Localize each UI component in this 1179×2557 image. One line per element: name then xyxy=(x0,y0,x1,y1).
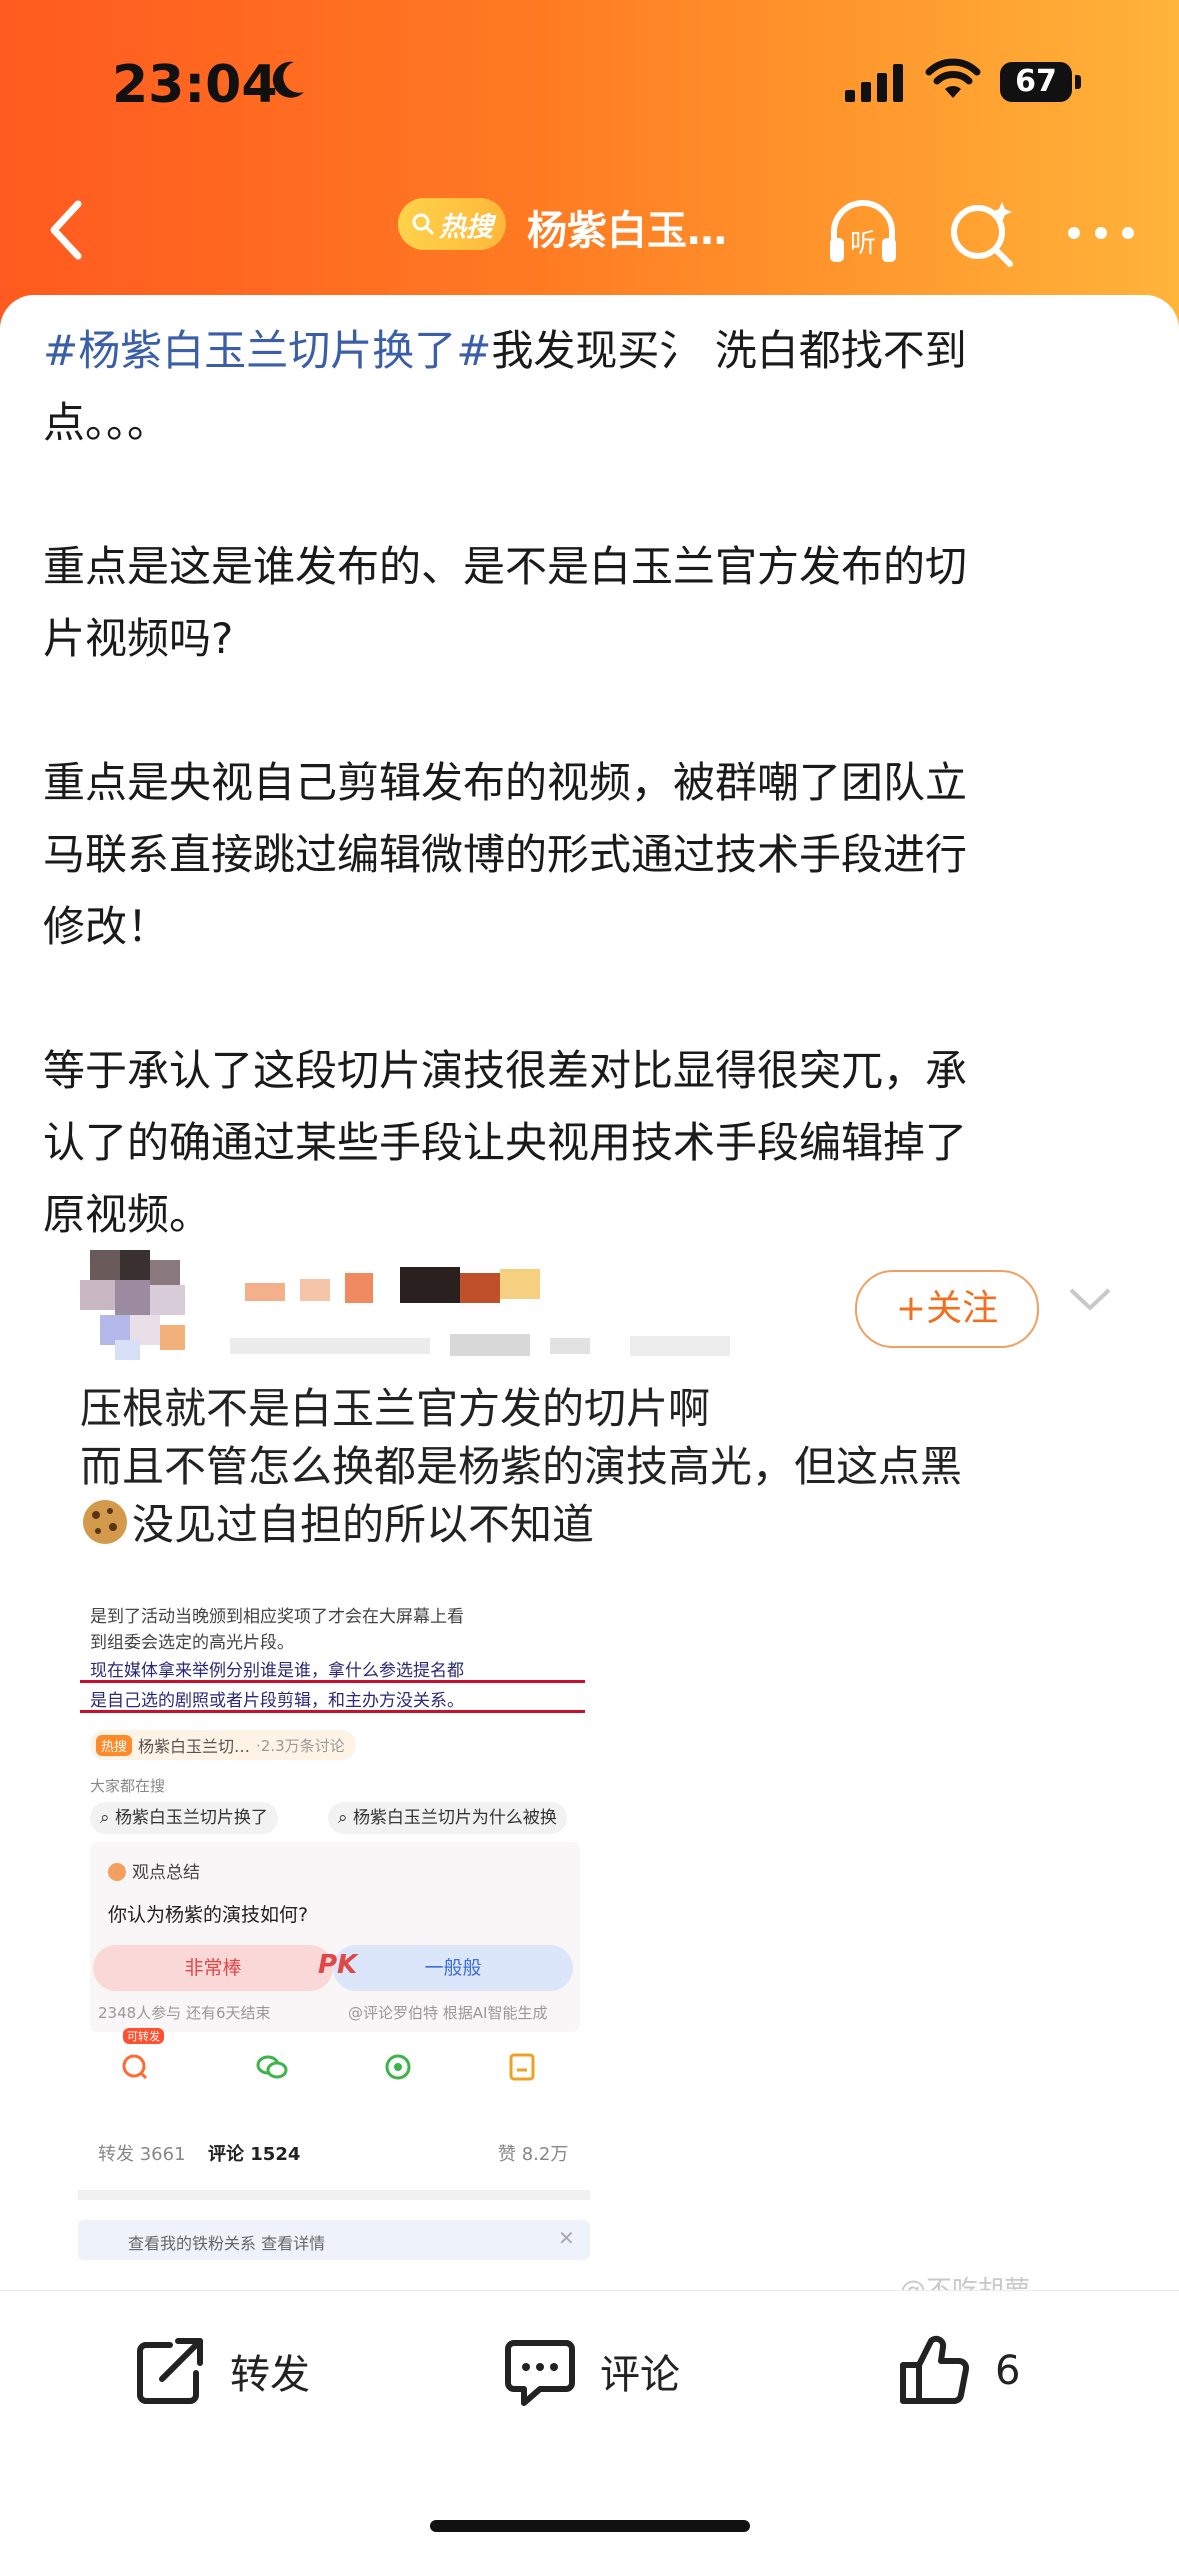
post-text: 点。。。 xyxy=(43,398,170,447)
quote-line: 压根就不是白玉兰官方发的切片啊 xyxy=(80,1384,711,1433)
inner-text: 是自己选的剧照或者片段剪辑，和主办方没关系。 xyxy=(90,1691,464,1711)
comment-icon xyxy=(505,2340,575,2406)
post-text: 修改！ xyxy=(43,902,170,951)
listen-icon[interactable]: 听 xyxy=(820,190,906,276)
tab-like: 赞 8.2万 xyxy=(498,2144,569,2165)
vote-stats: 2348人参与 还有6天结束 xyxy=(98,2004,271,2022)
vote-credit: @评论罗伯特 根据AI智能生成 xyxy=(348,2004,548,2022)
post-text: 原视频。 xyxy=(43,1190,212,1239)
battery-level: 67 xyxy=(1000,62,1072,102)
notice-bar: 查看我的铁粉关系 查看详情 ✕ xyxy=(78,2220,590,2260)
inner-divider xyxy=(78,2190,590,2200)
moments-icon xyxy=(385,2054,411,2080)
red-underline xyxy=(80,1710,585,1713)
thumbs-up-icon xyxy=(900,2335,970,2404)
blurred-avatar xyxy=(80,1250,185,1360)
embedded-screenshot[interactable]: +关注 压根就不是白玉兰官方发的切片啊 而且不管怎么换都是杨紫的演技高光，但这点… xyxy=(60,1240,1140,2290)
repost-circle-icon xyxy=(122,2054,148,2080)
comment-button[interactable]: 评论 xyxy=(500,2331,680,2411)
ai-search-icon[interactable] xyxy=(940,190,1026,276)
close-icon: ✕ xyxy=(558,2226,575,2250)
quote-line: 而且不管怎么换都是杨紫的演技高光，但这点黑 xyxy=(80,1442,963,1491)
post-text: 重点是这是谁发布的、是不是白玉兰官方发布的切 xyxy=(43,542,968,591)
quoted-text: 压根就不是白玉兰官方发的切片啊 而且不管怎么换都是杨紫的演技高光，但这点黑 没见… xyxy=(80,1380,1140,1554)
search-chip: ⌕ 杨紫白玉兰切片为什么被换 xyxy=(328,1802,567,1834)
chevron-down-icon[interactable] xyxy=(1065,1280,1115,1320)
post-text: 等于承认了这段切片演技很差对比显得很突兀，承 xyxy=(43,1046,968,1095)
search-icon xyxy=(412,213,434,235)
post-body: #杨紫白玉兰切片换了#我发现买氵 洗白都找不到 点。。。 重点是这是谁发布的、是… xyxy=(43,315,1133,1251)
vote-option-left: 非常棒 xyxy=(93,1945,333,1991)
status-time: 23:04 xyxy=(112,55,278,115)
post-text: 认了的确通过某些手段让央视用技术手段编辑掉了 xyxy=(43,1118,968,1167)
tab-comment: 评论 1524 xyxy=(208,2144,301,2165)
vote-question: 你认为杨紫的演技如何? xyxy=(108,1904,309,1926)
post-text: 马联系直接跳过编辑微博的形式通过技术手段进行 xyxy=(43,830,968,879)
cellular-signal-icon xyxy=(845,64,903,102)
search-header: 大家都在搜 xyxy=(90,1777,166,1795)
red-underline xyxy=(80,1680,585,1683)
search-chip: ⌕ 杨紫白玉兰切片换了 xyxy=(90,1802,278,1834)
topic-badge: 热搜 xyxy=(96,1734,133,1756)
nav-bar: 热搜 杨紫白玉… 听 xyxy=(0,180,1179,280)
inner-text: 现在媒体拿来举例分别谁是谁，拿什么参选提名都 xyxy=(90,1661,464,1681)
share-icon xyxy=(137,2338,203,2404)
notice-text: 查看我的铁粉关系 查看详情 xyxy=(128,2234,326,2253)
post-paragraph-3: 重点是央视自己剪辑发布的视频，被群嘲了团队立 马联系直接跳过编辑微博的形式通过技… xyxy=(43,747,1133,963)
post-paragraph-4: 等于承认了这段切片演技很差对比显得很突兀，承 认了的确通过某些手段让央视用技术手… xyxy=(43,1035,1133,1251)
opinion-title: 观点总结 xyxy=(108,1858,200,1883)
repost-label: 转发 xyxy=(230,2352,310,2398)
hashtag-link[interactable]: #杨紫白玉兰切片换了# xyxy=(43,326,491,375)
like-button[interactable]: 6 xyxy=(895,2331,1020,2411)
tab-repost: 转发 3661 xyxy=(98,2144,186,2165)
topic-title: 杨紫白玉兰切… xyxy=(138,1737,251,1756)
more-icon[interactable] xyxy=(1058,190,1144,276)
topic-chip: 热搜 杨紫白玉兰切… ·2.3万条讨论 xyxy=(90,1730,356,1760)
follow-button[interactable]: +关注 xyxy=(855,1270,1039,1348)
share-badge: 可转发 xyxy=(123,2028,164,2044)
moon-icon xyxy=(272,61,304,98)
back-arrow-icon[interactable] xyxy=(30,190,110,270)
inner-text: 是到了活动当晚颁到相应奖项了才会在大屏幕上看 xyxy=(90,1607,464,1627)
repost-button[interactable]: 转发 xyxy=(130,2331,310,2411)
quote-line-3: 没见过自担的所以不知道 xyxy=(80,1496,1140,1554)
blurred-subtitle xyxy=(230,1334,730,1356)
page-title: 杨紫白玉… xyxy=(527,208,727,254)
post-text: 重点是央视自己剪辑发布的视频，被群嘲了团队立 xyxy=(43,758,968,807)
post-paragraph-1: #杨紫白玉兰切片换了#我发现买氵 洗白都找不到 点。。。 xyxy=(43,315,1133,459)
quote-line: 没见过自担的所以不知道 xyxy=(132,1500,595,1549)
note-icon xyxy=(509,2053,535,2081)
blurred-username xyxy=(245,1267,540,1303)
vote-option-right: 一般般 xyxy=(333,1945,573,1991)
action-bar: 转发 评论 6 xyxy=(0,2290,1179,2557)
comment-label: 评论 xyxy=(600,2352,680,2398)
home-indicator xyxy=(430,2520,750,2532)
post-text: 我发现买氵 洗白都找不到 xyxy=(491,326,967,375)
cookie-emoji-icon xyxy=(80,1497,132,1549)
like-count: 6 xyxy=(995,2348,1021,2394)
avatar-icon xyxy=(108,1863,126,1881)
wifi-icon xyxy=(925,58,981,98)
post-paragraph-2: 重点是这是谁发布的、是不是白玉兰官方发布的切 片视频吗? xyxy=(43,531,1133,675)
wechat-icon xyxy=(256,2055,288,2079)
battery-tip xyxy=(1075,75,1081,89)
inner-text: 到组委会选定的高光片段。 xyxy=(90,1633,294,1653)
listen-label: 听 xyxy=(850,229,876,259)
inner-screenshot: 是到了活动当晚颁到相应奖项了才会在大屏幕上看 到组委会选定的高光片段。 现在媒体… xyxy=(78,1590,590,2210)
vote-pk: PK xyxy=(318,1950,358,1980)
topic-count: ·2.3万条讨论 xyxy=(256,1736,345,1755)
hot-search-label: 热搜 xyxy=(439,211,493,243)
hot-search-badge[interactable]: 热搜 xyxy=(398,198,506,250)
status-bar: 23:04 67 xyxy=(0,0,1179,170)
post-text: 片视频吗? xyxy=(43,614,234,663)
